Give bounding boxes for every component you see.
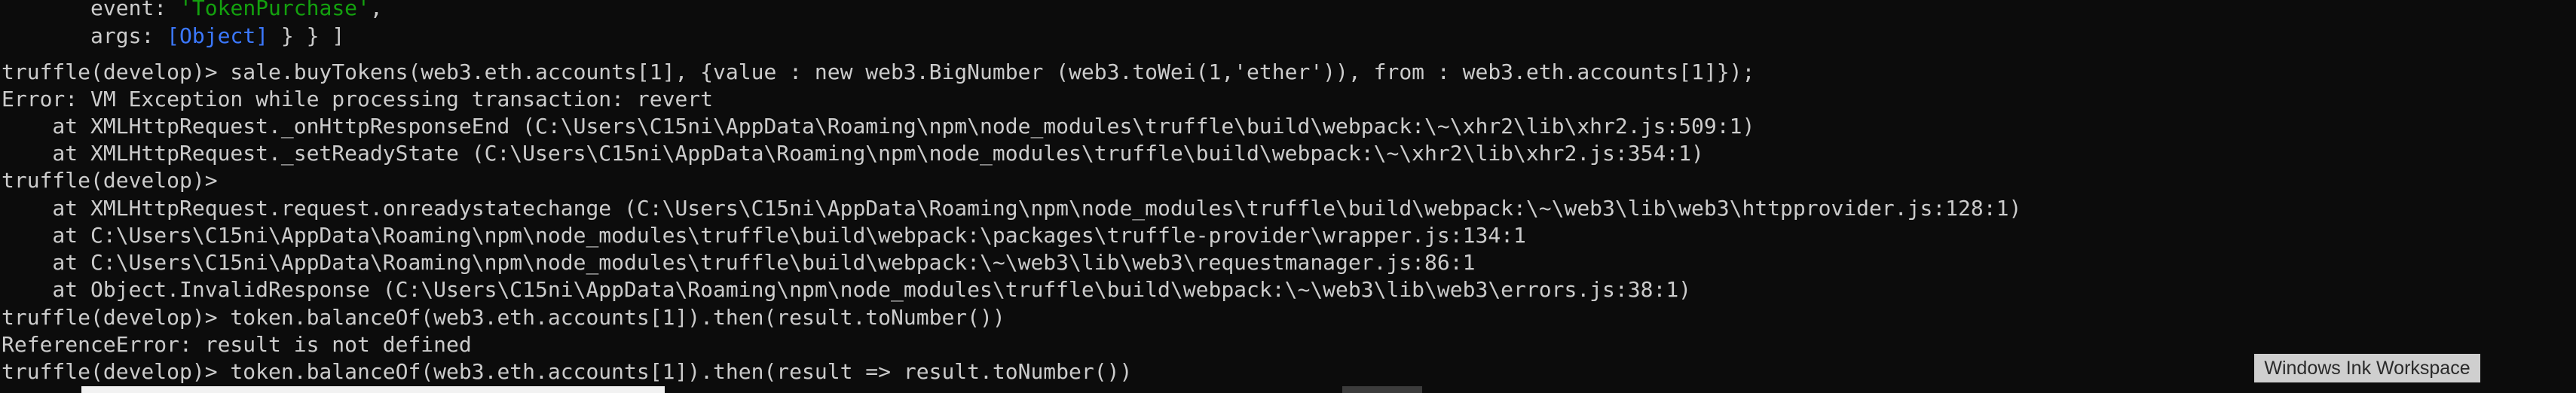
event-key: event: [90, 0, 180, 20]
terminal-line-prompt: truffle(develop)> [2, 168, 218, 193]
terminal-line-event: event: 'TokenPurchase', [2, 0, 383, 22]
args-key: args: [90, 23, 167, 48]
terminal-line-error: Error: VM Exception while processing tra… [2, 87, 714, 111]
terminal-line-command[interactable]: truffle(develop)> token.balanceOf(web3.e… [2, 358, 1132, 385]
event-indent [2, 0, 90, 20]
terminal-line-command: truffle(develop)> sale.buyTokens(web3.et… [2, 59, 1755, 84]
terminal-line-stack: at C:\Users\C15ni\AppData\Roaming\npm\no… [2, 223, 1526, 248]
terminal-line-stack: at C:\Users\C15ni\AppData\Roaming\npm\no… [2, 250, 1476, 275]
terminal-line-command: truffle(develop)> token.balanceOf(web3.e… [2, 305, 1005, 330]
args-tail: } } ] [268, 23, 345, 48]
terminal-line-error: ReferenceError: result is not defined [2, 332, 472, 357]
args-value: [Object] [167, 23, 269, 48]
taskbar-app-button[interactable] [1342, 386, 1422, 393]
event-tail: , [369, 0, 383, 20]
terminal-line-stack: at XMLHttpRequest._setReadyState (C:\Use… [2, 141, 1704, 166]
terminal-window[interactable]: event: 'TokenPurchase', args: [Object] }… [0, 0, 2576, 393]
terminal-line-args: args: [Object] } } ] [2, 22, 344, 50]
terminal-line-stack: at Object.InvalidResponse (C:\Users\C15n… [2, 277, 1692, 302]
windows-ink-workspace-tooltip: Windows Ink Workspace [2254, 354, 2480, 382]
terminal-line-stack: at XMLHttpRequest._onHttpResponseEnd (C:… [2, 114, 1755, 139]
args-indent [2, 23, 90, 48]
taskbar-search-box[interactable] [81, 386, 665, 393]
terminal-line-stack: at XMLHttpRequest.request.onreadystatech… [2, 196, 2022, 221]
event-value: 'TokenPurchase' [179, 0, 370, 20]
